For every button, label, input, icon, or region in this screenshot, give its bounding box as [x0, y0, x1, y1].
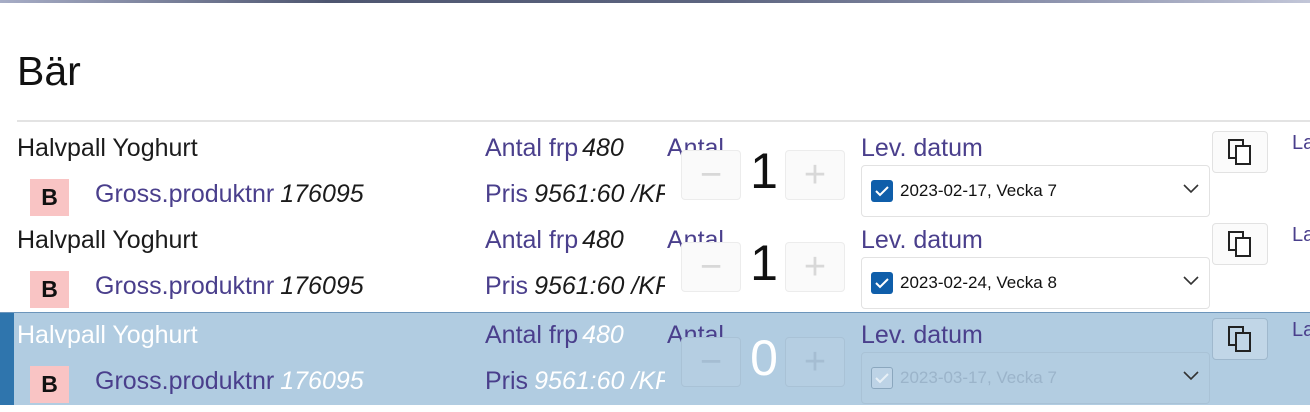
quantity-value[interactable]: 1 — [744, 142, 784, 200]
window-top-strip — [0, 0, 1310, 3]
decrease-quantity-button[interactable]: − — [681, 150, 741, 200]
gross-label: Gross.produktnr — [95, 272, 275, 300]
product-row-selected[interactable]: Halvpall Yoghurt B Gross.produktnr 176095… — [0, 312, 1310, 405]
delivery-date-select[interactable]: 2023-02-24, Vecka 8 — [861, 257, 1210, 309]
price: Pris 9561:60 /KR — [485, 180, 665, 214]
checkmark-icon — [875, 186, 889, 197]
product-name: Halvpall Yoghurt — [17, 226, 198, 254]
gross-productnr: Gross.produktnr 176095 — [95, 180, 364, 209]
page-title: Bär — [17, 48, 81, 94]
antal-frp-label: Antal frp — [485, 226, 579, 254]
date-checkbox[interactable] — [871, 180, 893, 202]
product-badge: B — [30, 366, 69, 403]
la-link[interactable]: La — [1292, 319, 1310, 342]
antal-frp: Antal frp 480 — [485, 321, 624, 350]
delivery-date-select[interactable]: 2023-02-17, Vecka 7 — [861, 165, 1210, 217]
delivery-date-select[interactable]: 2023-03-17, Vecka 7 — [861, 352, 1210, 404]
gross-value: 176095 — [280, 272, 364, 300]
delivery-date-label: Lev. datum — [861, 321, 983, 349]
product-row[interactable]: Halvpall Yoghurt B Gross.produktnr 176095… — [0, 126, 1310, 218]
price-value: 9561:60 /KR — [534, 272, 665, 300]
product-name: Halvpall Yoghurt — [17, 321, 198, 349]
price: Pris 9561:60 /KR — [485, 272, 665, 306]
copy-icon — [1228, 231, 1251, 257]
gross-label: Gross.produktnr — [95, 367, 275, 395]
quantity-value[interactable]: 1 — [744, 234, 784, 292]
product-badge: B — [30, 179, 69, 216]
copy-row-button[interactable] — [1212, 318, 1268, 360]
selection-indicator — [0, 313, 14, 405]
antal-frp: Antal frp 480 — [485, 226, 624, 255]
gross-productnr: Gross.produktnr 176095 — [95, 272, 364, 301]
gross-label: Gross.produktnr — [95, 180, 275, 208]
antal-frp-value: 480 — [582, 134, 624, 162]
gross-productnr: Gross.produktnr 176095 — [95, 367, 364, 396]
copy-row-button[interactable] — [1212, 223, 1268, 265]
delivery-date-label: Lev. datum — [861, 134, 983, 162]
antal-frp-label: Antal frp — [485, 134, 579, 162]
price-value: 9561:60 /KR — [534, 367, 665, 395]
quantity-value[interactable]: 0 — [744, 329, 784, 387]
gross-value: 176095 — [280, 180, 364, 208]
la-link[interactable]: La — [1292, 224, 1310, 247]
increase-quantity-button[interactable]: + — [785, 242, 845, 292]
product-badge: B — [30, 271, 69, 308]
price-label: Pris — [485, 367, 529, 395]
delivery-date-value: 2023-02-17, Vecka 7 — [900, 181, 1057, 200]
antal-frp-value: 480 — [582, 226, 624, 254]
increase-quantity-button[interactable]: + — [785, 337, 845, 387]
price: Pris 9561:60 /KR — [485, 367, 665, 401]
header-divider — [17, 120, 1310, 122]
date-checkbox[interactable] — [871, 367, 893, 389]
antal-frp-label: Antal frp — [485, 321, 579, 349]
price-label: Pris — [485, 272, 529, 300]
increase-quantity-button[interactable]: + — [785, 150, 845, 200]
la-link[interactable]: La — [1292, 132, 1310, 155]
product-name: Halvpall Yoghurt — [17, 134, 198, 162]
delivery-date-value: 2023-02-24, Vecka 8 — [900, 273, 1057, 292]
date-checkbox[interactable] — [871, 272, 893, 294]
chevron-down-icon — [1183, 276, 1199, 286]
delivery-date-value: 2023-03-17, Vecka 7 — [900, 368, 1057, 387]
checkmark-icon — [875, 373, 889, 384]
checkmark-icon — [875, 278, 889, 289]
antal-frp: Antal frp 480 — [485, 134, 624, 163]
price-label: Pris — [485, 180, 529, 208]
decrease-quantity-button[interactable]: − — [681, 242, 741, 292]
copy-icon — [1228, 139, 1251, 165]
copy-row-button[interactable] — [1212, 131, 1268, 173]
product-row[interactable]: Halvpall Yoghurt B Gross.produktnr 176095… — [0, 218, 1310, 310]
delivery-date-label: Lev. datum — [861, 226, 983, 254]
chevron-down-icon — [1183, 371, 1199, 381]
price-value: 9561:60 /KR — [534, 180, 665, 208]
chevron-down-icon — [1183, 184, 1199, 194]
decrease-quantity-button[interactable]: − — [681, 337, 741, 387]
gross-value: 176095 — [280, 367, 364, 395]
antal-frp-value: 480 — [582, 321, 624, 349]
copy-icon — [1228, 326, 1251, 352]
